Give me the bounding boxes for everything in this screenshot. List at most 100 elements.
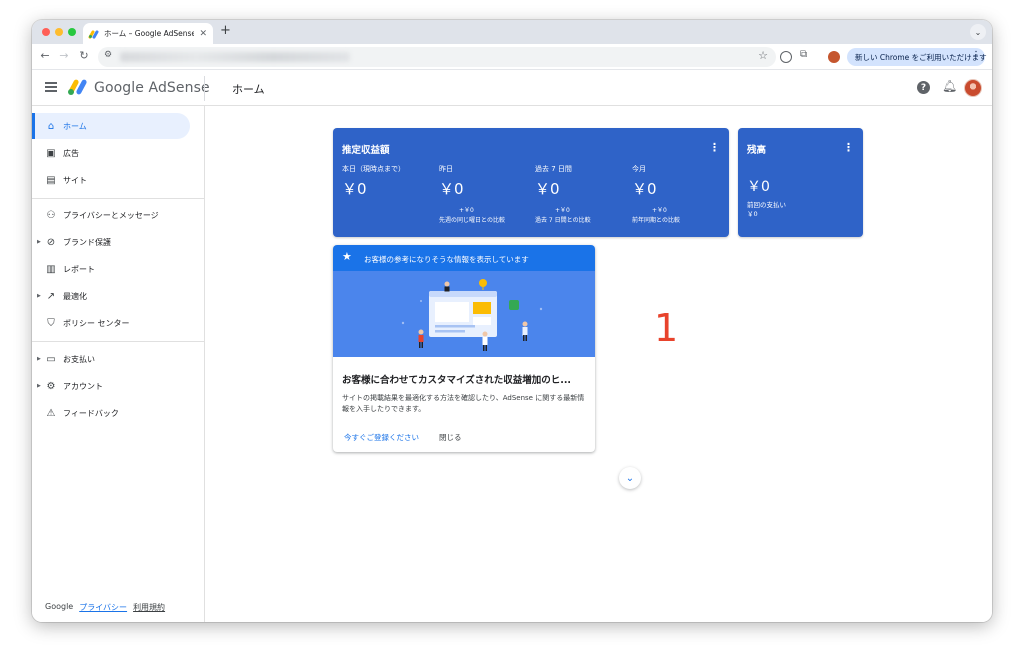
close-window-button[interactable] <box>42 28 50 36</box>
extension-icon[interactable] <box>780 51 792 63</box>
more-vert-icon[interactable]: ⋮ <box>971 50 981 61</box>
earnings-compare-label: 過去 7 日間との比較 <box>535 217 591 224</box>
bookmark-star-icon[interactable]: ☆ <box>758 49 768 62</box>
main-content: 推定収益額 ⋮ 本日（現時点まで） ￥0 昨日 ￥0 +￥0 先週の同じ曜日との… <box>205 106 992 622</box>
forward-arrow-icon[interactable]: → <box>57 49 71 62</box>
address-bar[interactable]: ⚙ ☆ <box>98 47 776 67</box>
home-icon: ⌂ <box>47 120 55 132</box>
reload-icon[interactable]: ↻ <box>77 49 91 62</box>
earnings-more-vert-icon[interactable]: ⋮ <box>709 141 720 154</box>
chevron-down-icon: ⌄ <box>625 472 635 484</box>
earnings-value: ￥0 <box>439 180 464 198</box>
tab-search-chevron-icon[interactable]: ⌄ <box>970 24 986 40</box>
minimize-window-button[interactable] <box>55 28 63 36</box>
tab-title: ホーム – Google AdSense <box>104 29 195 38</box>
browser-tab[interactable]: ホーム – Google AdSense ✕ <box>83 23 213 44</box>
sidebar-item-label: アカウント <box>63 381 103 391</box>
footer-google: Google <box>45 602 74 611</box>
address-url-blurred <box>120 52 350 62</box>
sidebar-item-label: フィードバック <box>63 408 119 418</box>
earnings-value: ￥0 <box>342 180 367 198</box>
promo-header: ★ お客様の参考になりそうな情報を表示しています <box>333 245 595 271</box>
promo-title: お客様に合わせてカスタマイズされた収益増加のヒ... <box>342 375 572 386</box>
app-logo-text: Google AdSense <box>94 80 210 96</box>
menu-icon[interactable] <box>45 82 57 92</box>
account-avatar[interactable] <box>964 79 982 97</box>
promo-illustration <box>333 271 595 357</box>
page-title: ホーム <box>232 83 265 96</box>
site-info-icon[interactable]: ⚙ <box>104 50 112 60</box>
browser-window: ホーム – Google AdSense ✕ + ⌄ ← → ↻ ⚙ ☆ ⧉ 新… <box>32 20 992 622</box>
earnings-value: ￥0 <box>535 180 560 198</box>
sidebar-item-sites[interactable]: ▤ サイト <box>32 167 190 193</box>
sidebar-item-label: レポート <box>63 264 95 274</box>
earnings-column-month: 今月 ￥0 +￥0 前年同期との比較 <box>632 164 728 224</box>
previous-payment-value: ￥0 <box>747 210 758 218</box>
balance-card: 残高 ⋮ ￥0 前回の支払い ￥0 <box>738 128 863 237</box>
earnings-value: ￥0 <box>632 180 657 198</box>
sidebar-item-label: プライバシーとメッセージ <box>63 210 159 220</box>
privacy-link[interactable]: プライバシー <box>79 602 127 613</box>
sites-icon: ▤ <box>46 174 56 186</box>
sidebar-item-home[interactable]: ⌂ ホーム <box>32 113 190 139</box>
maximize-window-button[interactable] <box>68 28 76 36</box>
sidebar-item-label: ブランド保護 <box>63 237 111 247</box>
adsense-logo-icon <box>67 78 90 96</box>
sidebar-item-feedback[interactable]: ⚠ フィードバック <box>32 400 190 426</box>
sidebar-item-ads[interactable]: ▣ 広告 <box>32 140 190 166</box>
sidebar-item-optimization[interactable]: ▶ ↗ 最適化 <box>32 283 190 309</box>
new-tab-button[interactable]: + <box>220 23 231 38</box>
tab-close-icon[interactable]: ✕ <box>199 29 207 39</box>
extensions-puzzle-icon[interactable]: ⧉ <box>800 49 807 60</box>
sidebar-item-account[interactable]: ▶ ⚙ アカウント <box>32 373 190 399</box>
earnings-card-title: 推定収益額 <box>342 145 390 156</box>
earnings-column-yesterday: 昨日 ￥0 +￥0 先週の同じ曜日との比較 <box>439 164 535 224</box>
balance-more-vert-icon[interactable]: ⋮ <box>843 141 854 154</box>
notifications-bell-icon[interactable]: 🔔︎ <box>942 79 957 93</box>
star-icon: ★ <box>342 250 352 263</box>
promo-body: サイトの掲載結果を最適化する方法を確認したり、AdSense に関する最新情報を… <box>342 394 585 413</box>
browser-toolbar: ← → ↻ ⚙ ☆ ⧉ 新しい Chrome をご利用いただけます ⋮ <box>32 44 992 70</box>
feedback-icon: ⚠ <box>46 407 56 419</box>
sidebar-item-label: お支払い <box>63 354 95 364</box>
expand-caret-icon: ▶ <box>37 293 41 299</box>
privacy-icon: ⚇ <box>46 209 56 221</box>
promo-header-text: お客様の参考になりそうな情報を表示しています <box>364 255 529 264</box>
terms-link[interactable]: 利用規約 <box>133 602 165 613</box>
payments-icon: ▭ <box>46 353 56 365</box>
help-icon[interactable]: ? <box>917 81 930 94</box>
sidebar: ⌂ ホーム ▣ 広告 ▤ サイト ⚇ プライバシーとメッセージ ▶ ⊘ ブランド… <box>32 106 205 622</box>
sidebar-item-payments[interactable]: ▶ ▭ お支払い <box>32 346 190 372</box>
earnings-compare-label: 前年同期との比較 <box>632 217 680 224</box>
earnings-label: 過去 7 日間 <box>535 165 572 173</box>
sidebar-item-label: サイト <box>63 175 87 185</box>
chrome-update-label: 新しい Chrome をご利用いただけます <box>855 52 987 62</box>
website-growth-illustration <box>333 271 595 357</box>
expand-caret-icon: ▶ <box>37 356 41 362</box>
expand-caret-icon: ▶ <box>37 383 41 389</box>
estimated-earnings-card: 推定収益額 ⋮ 本日（現時点まで） ￥0 昨日 ￥0 +￥0 先週の同じ曜日との… <box>333 128 729 237</box>
earnings-compare-value: +￥0 <box>555 207 570 214</box>
annotation-number: 1 <box>654 306 679 350</box>
sidebar-item-brand-safety[interactable]: ▶ ⊘ ブランド保護 <box>32 229 190 255</box>
adsense-favicon-icon <box>87 29 100 39</box>
sidebar-item-reports[interactable]: ▥ レポート <box>32 256 190 282</box>
tab-strip: ホーム – Google AdSense ✕ + ⌄ <box>32 20 992 44</box>
sidebar-divider <box>32 341 205 342</box>
policy-icon: ⛉ <box>47 317 55 329</box>
tips-promo-card: ★ お客様の参考になりそうな情報を表示しています お客様に合わせてカスタマイズさ… <box>333 245 595 452</box>
browser-profile-avatar[interactable] <box>828 51 840 63</box>
report-icon: ▥ <box>46 263 56 275</box>
signup-now-button[interactable]: 今すぐご登録ください <box>344 432 419 443</box>
sidebar-item-policy-center[interactable]: ⛉ ポリシー センター <box>32 310 190 336</box>
earnings-column-today: 本日（現時点まで） ￥0 <box>342 164 438 199</box>
sidebar-item-privacy[interactable]: ⚇ プライバシーとメッセージ <box>32 202 190 228</box>
back-arrow-icon[interactable]: ← <box>38 49 52 62</box>
app-header: Google AdSense ホーム ? 🔔︎ <box>32 71 992 106</box>
sidebar-footer: Google プライバシー 利用規約 <box>45 602 165 613</box>
dismiss-button[interactable]: 閉じる <box>439 432 462 443</box>
sidebar-item-label: 広告 <box>63 148 79 158</box>
expand-more-button[interactable]: ⌄ <box>619 467 641 489</box>
chrome-update-button[interactable]: 新しい Chrome をご利用いただけます ⋮ <box>847 48 987 66</box>
earnings-compare-value: +￥0 <box>652 207 667 214</box>
